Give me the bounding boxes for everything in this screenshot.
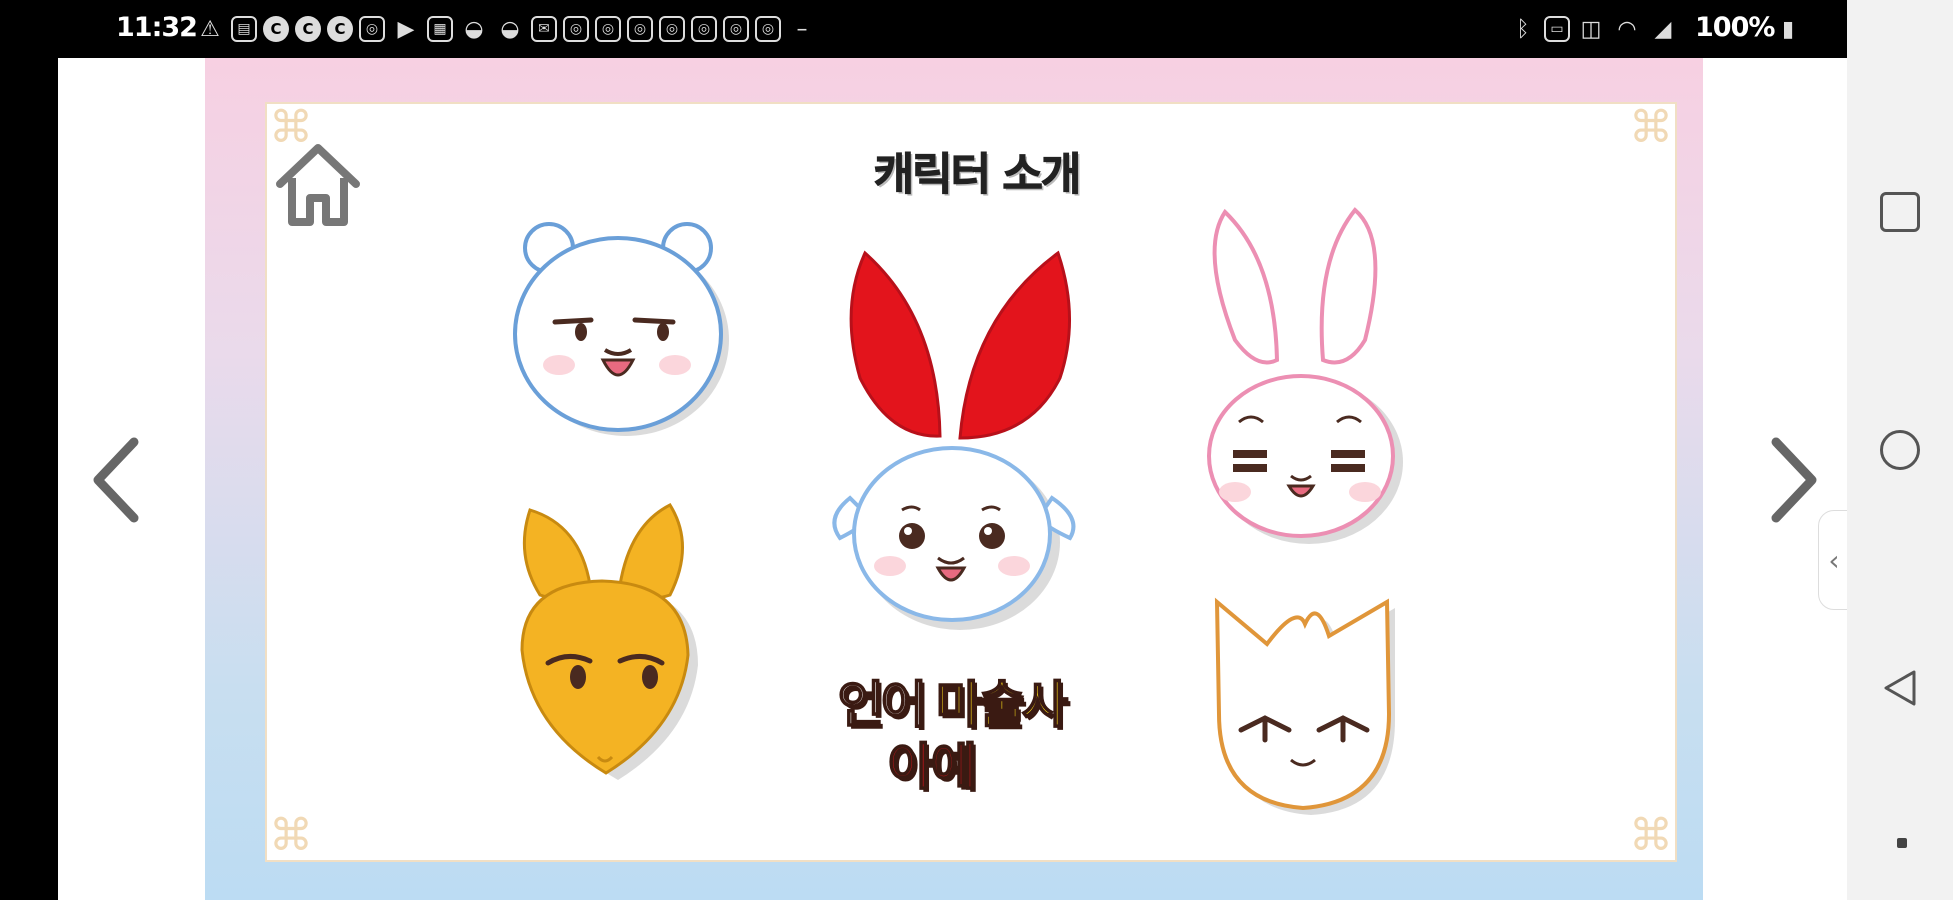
orange-rabbit-icon [520,503,698,780]
sparkle-icon: ✦ [1066,659,1085,684]
status-bar: 11:32 ⚠ ▤ C C C ◎ ▶ ▦ ◒ ◒ ✉ ◎ ◎ ◎ ◎ ◎ ◎ … [0,0,1847,58]
youtube-icon: ▶ [397,16,415,42]
instagram-icon: ◎ [755,16,781,42]
app-logo: 언어 마술사 아예 ✦ ✦ [830,659,1090,805]
back-triangle-svg [1884,670,1916,706]
next-page-button[interactable] [1760,430,1830,530]
character-red-eared-rabbit[interactable] [820,228,1090,638]
character-bear[interactable] [505,210,735,440]
nav-indicator-dot [1897,838,1907,848]
battery-percent: 100% [1695,12,1775,43]
system-nav-bar [1847,0,1953,900]
recents-icon[interactable] [1880,192,1920,232]
back-triangle-icon[interactable] [1880,668,1920,708]
c-icon: C [295,16,321,42]
sparkle-icon: ✦ [870,735,884,754]
instagram-icon: ◎ [595,16,621,42]
corner-ornament-icon: ⌘ [269,810,313,861]
bowl-icon: ◒ [464,16,484,42]
battery-icon: ▮ [1781,16,1795,42]
vibrate-icon: ◫ [1580,16,1602,42]
logo-text-2: 아예 [887,737,978,797]
edge-panel-handle[interactable]: ‹ [1818,510,1850,610]
gallery-icon: ▦ [427,16,453,42]
pink-rabbit-icon [1207,207,1403,544]
character-cat[interactable] [1205,590,1415,820]
status-time: 11:32 [116,12,198,43]
instagram-icon: ◎ [563,16,589,42]
character-orange-rabbit[interactable] [510,495,710,785]
home-icon [276,144,360,226]
bear-face-icon [513,222,729,436]
chevron-left-icon [93,437,139,523]
character-pink-rabbit[interactable] [1195,200,1415,550]
notification-icons: ⚠ ▤ C C C ◎ ▶ ▦ ◒ ◒ ✉ ◎ ◎ ◎ ◎ ◎ ◎ ◎ – [195,14,817,44]
mail-icon: ✉ [531,16,557,42]
system-icons: ᛒ ▭ ◫ ◠ ◢ [1508,14,1678,44]
bowl-icon: ◒ [500,16,520,42]
bluetooth-icon: ᛒ [1516,16,1530,42]
home-circle-icon[interactable] [1880,430,1920,470]
instagram-icon: ◎ [659,16,685,42]
instagram-icon: ◎ [627,16,653,42]
instagram-icon: ◎ [691,16,717,42]
instagram-icon: ◎ [359,16,385,42]
dash-icon: – [796,16,808,42]
nfc-icon: ▭ [1544,16,1570,42]
wifi-icon: ◠ [1617,16,1637,42]
notes-icon: ▤ [231,16,257,42]
signal-icon: ◢ [1654,16,1672,42]
home-button[interactable] [272,138,364,230]
warning-icon: ⚠ [200,16,220,42]
c-icon: C [327,16,353,42]
cat-face-icon [1214,597,1395,815]
previous-page-button[interactable] [80,430,150,530]
c-icon: C [263,16,289,42]
red-ear-rabbit-icon [832,250,1076,630]
corner-ornament-icon: ⌘ [1629,810,1673,861]
chevron-right-icon [1771,437,1817,523]
instagram-icon: ◎ [723,16,749,42]
